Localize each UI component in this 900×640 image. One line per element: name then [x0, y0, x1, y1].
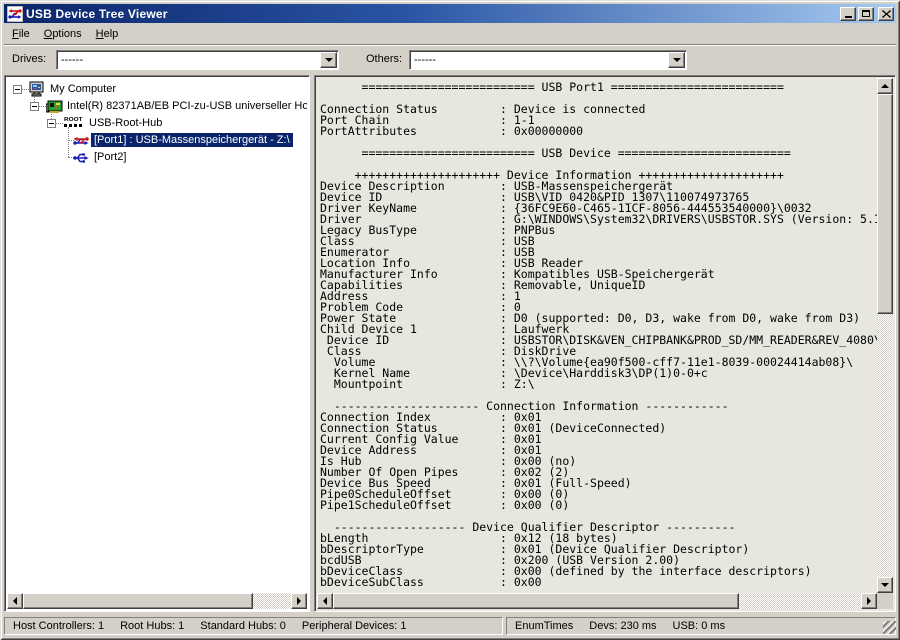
status-enumtimes-panel: EnumTimes Devs: 230 ms USB: 0 ms [506, 617, 896, 635]
usb-device-connected-icon [72, 134, 90, 150]
scrollbar-thumb[interactable] [877, 94, 893, 314]
arrow-up-icon [881, 80, 889, 88]
device-info-text: ========================= USB Port1 ====… [317, 78, 877, 593]
device-tree: My Computer Intel(R) 82371AB/EB PCI-zu-U… [7, 78, 307, 593]
info-line: Pipe1ScheduleOffset : 0x00 (0) [320, 500, 877, 511]
close-icon [882, 10, 891, 18]
status-counts-panel: Host Controllers: 1 Root Hubs: 1 Standar… [4, 617, 503, 635]
status-count: Standard Hubs: 0 [200, 620, 286, 632]
close-button[interactable] [878, 7, 894, 21]
tree-row-port1[interactable]: [Port1] : USB-Massenspeichergerät - Z:\ [7, 132, 307, 149]
app-icon [7, 6, 23, 22]
collapse-expander-icon[interactable] [30, 102, 39, 111]
status-count: Host Controllers: 1 [13, 620, 104, 632]
scroll-left-button[interactable] [317, 593, 333, 609]
info-line: Mountpoint : Z:\ [320, 379, 877, 390]
tree-item-label-selected[interactable]: [Port1] : USB-Massenspeichergerät - Z:\ [91, 133, 293, 147]
menu-item[interactable]: Help [89, 26, 126, 43]
arrow-right-icon [867, 597, 875, 605]
info-line: ========================= USB Device ===… [320, 148, 877, 159]
menubar: File Options Help [4, 25, 896, 43]
tree-horizontal-scrollbar[interactable] [7, 593, 307, 609]
status-value: EnumTimes [515, 620, 573, 632]
scrollbar-corner [877, 593, 893, 609]
others-combobox[interactable]: ------ [409, 50, 687, 70]
info-line: ========================= USB Port1 ====… [320, 82, 877, 93]
info-line: PortAttributes : 0x00000000 [320, 126, 877, 137]
usb-port-empty-icon [72, 151, 90, 167]
status-value: USB: 0 ms [673, 620, 726, 632]
maximize-button[interactable] [858, 7, 874, 21]
app-window: USB Device Tree Viewer File Options Help… [0, 0, 900, 640]
status-value: Devs: 230 ms [589, 620, 656, 632]
others-combobox-dropdown-button[interactable] [668, 52, 685, 68]
tree-item-label[interactable]: USB-Root-Hub [86, 116, 165, 130]
scroll-right-button[interactable] [291, 593, 307, 609]
my-computer-icon [29, 81, 47, 97]
tree-item-label[interactable]: [Port2] [91, 150, 129, 164]
chevron-down-icon [673, 58, 681, 66]
drives-label: Drives: [12, 53, 46, 65]
tree-row-host-controller[interactable]: Intel(R) 82371AB/EB PCI-zu-USB universel… [7, 98, 307, 115]
collapse-expander-icon[interactable] [13, 85, 22, 94]
drives-combobox[interactable]: ------ [56, 50, 339, 70]
arrow-down-icon [881, 583, 889, 591]
arrow-left-icon [9, 597, 17, 605]
drives-combobox-value: ------ [57, 51, 319, 69]
titlebar[interactable]: USB Device Tree Viewer [4, 4, 896, 23]
status-count: Peripheral Devices: 1 [302, 620, 407, 632]
info-line: bDeviceSubClass : 0x00 [320, 577, 877, 588]
scroll-up-button[interactable] [877, 78, 893, 94]
window-title: USB Device Tree Viewer [26, 7, 840, 21]
usb-host-controller-icon [46, 98, 64, 114]
others-label: Others: [366, 53, 402, 65]
tree-row-root-hub[interactable]: ROOT USB-Root-Hub [7, 115, 307, 132]
scroll-down-button[interactable] [877, 577, 893, 593]
menu-item[interactable]: Options [37, 26, 89, 43]
arrow-right-icon [297, 597, 305, 605]
tree-row-my-computer[interactable]: My Computer [7, 81, 307, 98]
root-hub-icon: ROOT [64, 116, 88, 130]
tree-item-label[interactable]: My Computer [47, 82, 119, 96]
info-vertical-scrollbar[interactable] [877, 78, 893, 593]
others-combobox-value: ------ [410, 51, 667, 69]
tree-row-port2[interactable]: [Port2] [7, 149, 307, 166]
collapse-expander-icon[interactable] [47, 119, 56, 128]
statusbar: Host Controllers: 1 Root Hubs: 1 Standar… [4, 615, 896, 636]
scroll-right-button[interactable] [861, 593, 877, 609]
info-horizontal-scrollbar[interactable] [317, 593, 877, 609]
drives-combobox-dropdown-button[interactable] [320, 52, 337, 68]
chevron-down-icon [325, 58, 333, 66]
status-count: Root Hubs: 1 [120, 620, 184, 632]
device-tree-panel: My Computer Intel(R) 82371AB/EB PCI-zu-U… [4, 75, 310, 612]
resize-grip[interactable] [883, 621, 896, 634]
menu-item[interactable]: File [5, 26, 37, 43]
toolbar: Drives: ------ Others: ------ [4, 46, 896, 74]
arrow-left-icon [319, 597, 327, 605]
scrollbar-thumb[interactable] [23, 593, 253, 609]
scrollbar-thumb[interactable] [333, 593, 739, 609]
minimize-button[interactable] [840, 7, 856, 21]
scroll-left-button[interactable] [7, 593, 23, 609]
device-info-panel: ========================= USB Port1 ====… [314, 75, 896, 612]
tree-item-label[interactable]: Intel(R) 82371AB/EB PCI-zu-USB universel… [64, 99, 307, 113]
